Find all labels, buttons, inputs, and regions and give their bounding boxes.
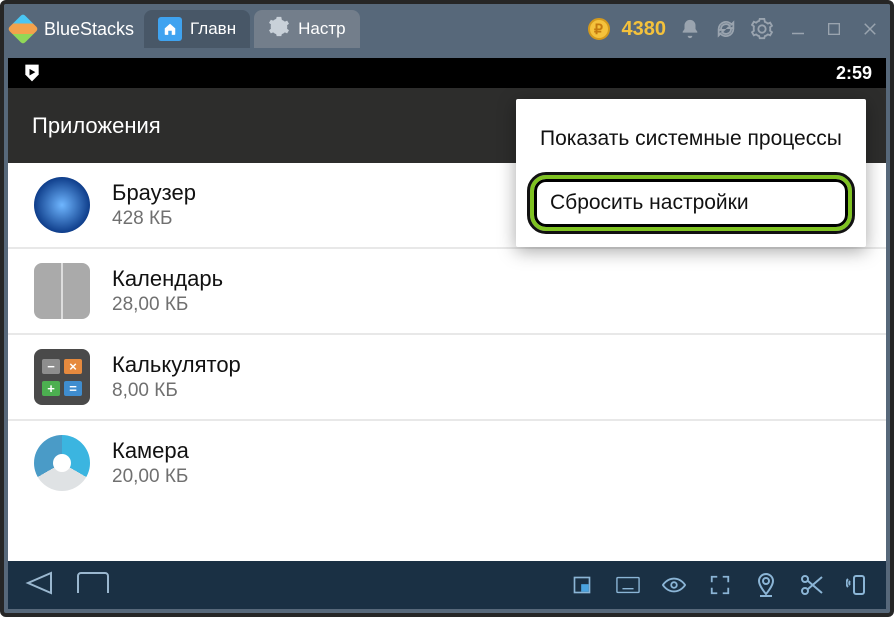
app-size: 20,00 КБ: [112, 466, 189, 488]
section-title: Приложения: [32, 113, 161, 139]
app-name: Камера: [112, 438, 189, 464]
list-item[interactable]: Камера 20,00 КБ: [8, 421, 886, 505]
mini-window-icon[interactable]: [570, 573, 594, 597]
coin-icon: ₽: [588, 18, 610, 40]
close-button[interactable]: [858, 20, 882, 38]
sync-icon[interactable]: [714, 18, 738, 40]
app-size: 28,00 КБ: [112, 294, 223, 316]
app-name: Браузер: [112, 180, 196, 206]
settings-icon[interactable]: [750, 18, 774, 40]
calculator-icon: −×+=: [34, 349, 90, 405]
eye-icon[interactable]: [662, 573, 686, 597]
menu-reset-settings[interactable]: Сбросить настройки: [530, 175, 852, 231]
app-size: 428 КБ: [112, 208, 196, 230]
calendar-icon: [34, 263, 90, 319]
fullscreen-icon[interactable]: [708, 573, 732, 597]
browser-icon: [34, 177, 90, 233]
home-button[interactable]: [76, 571, 110, 600]
gear-icon: [268, 16, 290, 43]
overflow-menu: Показать системные процессы Сбросить нас…: [516, 99, 866, 247]
list-item[interactable]: −×+= Калькулятор 8,00 КБ: [8, 335, 886, 421]
app-glyph-icon: [22, 63, 42, 83]
minimize-button[interactable]: [786, 20, 810, 38]
coin-count: 4380: [622, 18, 667, 41]
menu-show-system-processes[interactable]: Показать системные процессы: [516, 109, 866, 169]
app-name: Калькулятор: [112, 352, 241, 378]
camera-icon: [34, 435, 90, 491]
maximize-button[interactable]: [822, 21, 846, 37]
notifications-icon[interactable]: [678, 18, 702, 40]
window-title: BlueStacks: [44, 19, 134, 40]
list-item[interactable]: Календарь 28,00 КБ: [8, 249, 886, 335]
shake-icon[interactable]: [846, 573, 870, 597]
tab-settings-label: Настр: [298, 19, 345, 39]
bluestacks-logo-icon: [7, 13, 38, 44]
window-titlebar: BlueStacks Главн Настр ₽ 4380: [4, 4, 890, 54]
tab-settings[interactable]: Настр: [254, 10, 359, 48]
location-icon[interactable]: [754, 573, 778, 597]
android-statusbar: 2:59: [8, 58, 886, 88]
app-size: 8,00 КБ: [112, 380, 241, 402]
keyboard-icon[interactable]: [616, 573, 640, 597]
back-button[interactable]: [24, 570, 54, 601]
tab-home-label: Главн: [190, 19, 236, 39]
scissors-icon[interactable]: [800, 573, 824, 597]
app-name: Календарь: [112, 266, 223, 292]
home-icon: [158, 17, 182, 41]
status-time: 2:59: [836, 63, 872, 84]
android-navbar: [8, 561, 886, 609]
tab-home[interactable]: Главн: [144, 10, 250, 48]
